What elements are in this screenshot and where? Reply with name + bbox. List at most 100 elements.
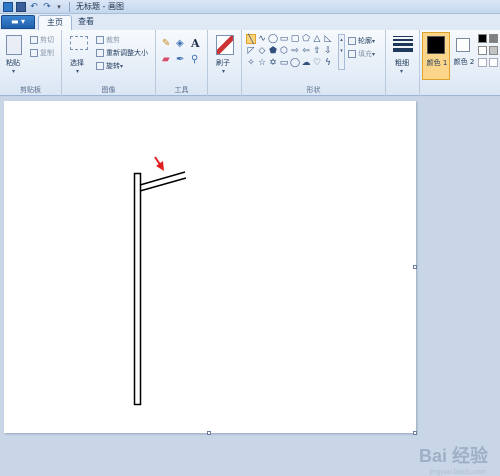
tab-view[interactable]: 查看 <box>70 15 102 30</box>
customize-toolbar-icon[interactable]: ▾ <box>55 2 63 12</box>
image-group: 选择 ▾ 裁剪 重新调整大小 旋转 ▾ 图像 <box>62 30 156 96</box>
arm-line-bottom <box>139 177 187 192</box>
paste-button[interactable]: 粘贴 <box>6 58 20 68</box>
text-tool-icon[interactable]: A <box>191 37 200 50</box>
rounded-rectangle-shape-icon[interactable]: ▢ <box>290 34 300 44</box>
color1-label: 颜色 1 <box>426 59 448 67</box>
shapes-group-label: 形状 <box>306 86 321 94</box>
four-point-star-shape-icon[interactable]: ✧ <box>246 58 256 68</box>
rectangle-shape-icon[interactable]: ▭ <box>279 34 289 44</box>
paste-dropdown-icon[interactable]: ▾ <box>12 68 15 75</box>
eraser-icon[interactable]: ▰ <box>162 54 170 65</box>
size-button[interactable]: 粗细 <box>395 58 409 68</box>
palette-swatch-empty-1[interactable] <box>478 58 487 67</box>
line-shape-icon[interactable]: ╲ <box>246 34 256 45</box>
up-arrow-shape-icon[interactable]: ⇧ <box>312 46 322 56</box>
right-triangle-2-shape-icon[interactable]: ◸ <box>246 46 256 56</box>
diamond-shape-icon[interactable]: ◇ <box>257 46 267 56</box>
save-icon[interactable] <box>16 1 26 12</box>
right-arrow-shape-icon[interactable]: ⇨ <box>290 46 300 56</box>
pentagon-shape-icon[interactable]: ⬟ <box>268 46 278 56</box>
brushes-label: 刷子 <box>216 59 230 67</box>
magnifier-icon[interactable]: ⚲ <box>191 54 198 65</box>
color2-button[interactable]: 颜色 2 <box>452 32 476 80</box>
cloud-callout-shape-icon[interactable]: ☁ <box>301 58 311 68</box>
title-separator <box>69 1 70 12</box>
tools-group-label: 工具 <box>174 86 189 94</box>
shapes-gallery-scroll[interactable]: ▴ ▾ <box>338 34 345 70</box>
paste-label: 粘贴 <box>6 59 20 67</box>
polygon-shape-icon[interactable]: ⬠ <box>301 34 311 44</box>
rotate-label: 旋转 <box>106 62 120 70</box>
canvas-resize-handle-right[interactable] <box>413 265 417 269</box>
ribbon: 粘贴 ▾ 剪切 复制 剪贴板 选择 ▾ 裁剪 重新调整大小 旋转 ▾ 图像 ✎ … <box>0 30 500 96</box>
palette-swatch-white[interactable] <box>478 46 487 55</box>
resize-button[interactable]: 重新调整大小 <box>96 48 148 58</box>
palette-swatch-gray[interactable] <box>489 34 498 43</box>
six-point-star-shape-icon[interactable]: ✡ <box>268 58 278 68</box>
color-picker-icon[interactable]: ✒ <box>176 54 184 65</box>
drawing-svg <box>133 156 187 406</box>
five-point-star-shape-icon[interactable]: ☆ <box>257 58 267 68</box>
line-width-icon[interactable] <box>393 36 413 52</box>
crop-label: 裁剪 <box>106 36 120 44</box>
brushes-group: 刷子 ▾ <box>208 30 242 96</box>
rotate-dropdown-icon: ▾ <box>120 62 124 70</box>
tab-home[interactable]: 主页 <box>38 15 72 30</box>
paste-icon[interactable] <box>6 35 22 55</box>
shapes-gallery: ╲ ∿ ◯ ▭ ▢ ⬠ △ ◺ ◸ ◇ ⬟ ⬡ ⇨ ⇦ ⇧ ⇩ ✧ ☆ ✡ ▭ … <box>246 34 336 74</box>
oval-callout-shape-icon[interactable]: ◯ <box>290 58 300 68</box>
pencil-icon[interactable]: ✎ <box>162 38 170 49</box>
cut-button[interactable]: 剪切 <box>30 35 54 45</box>
copy-button[interactable]: 复制 <box>30 48 54 58</box>
down-arrow-shape-icon[interactable]: ⇩ <box>323 46 333 56</box>
colors-group: 颜色 1 颜色 2 <box>420 30 500 96</box>
brushes-button[interactable]: 刷子 <box>216 58 230 68</box>
brush-icon[interactable] <box>216 35 234 55</box>
lightning-shape-icon[interactable]: ϟ <box>323 58 333 68</box>
window-title: 无标题 - 画图 <box>76 2 124 11</box>
app-icon[interactable] <box>3 1 13 12</box>
oval-shape-icon[interactable]: ◯ <box>268 34 278 44</box>
clipboard-group-label: 剪贴板 <box>20 86 41 94</box>
fill-button[interactable]: 填充 ▾ <box>348 49 375 59</box>
workspace: Bai 经验 jingyan.baidu.com <box>0 97 500 476</box>
cut-label: 剪切 <box>40 36 54 44</box>
palette-swatch-empty-2[interactable] <box>489 58 498 67</box>
app-menu-button[interactable]: ▬ ▾ <box>1 15 35 29</box>
rounded-callout-shape-icon[interactable]: ▭ <box>279 58 289 68</box>
palette-swatch-black[interactable] <box>478 34 487 43</box>
color1-button[interactable]: 颜色 1 <box>422 32 450 80</box>
rotate-button[interactable]: 旋转 ▾ <box>96 61 123 71</box>
canvas-resize-handle-corner[interactable] <box>413 431 417 435</box>
crop-button[interactable]: 裁剪 <box>96 35 120 45</box>
drawing-canvas[interactable] <box>4 101 416 433</box>
annotation-arrow-head <box>156 161 164 171</box>
undo-icon[interactable]: ↶ <box>29 2 39 12</box>
outline-icon <box>348 37 356 45</box>
curve-shape-icon[interactable]: ∿ <box>257 34 267 44</box>
palette-swatch-light-gray[interactable] <box>489 46 498 55</box>
watermark-subtext: jingyan.baidu.com <box>429 469 486 476</box>
size-dropdown-icon[interactable]: ▾ <box>400 68 403 75</box>
rotate-icon <box>96 62 104 70</box>
triangle-shape-icon[interactable]: △ <box>312 34 322 44</box>
watermark-logo: Bai 经验 <box>418 446 488 466</box>
outline-button[interactable]: 轮廓 ▾ <box>348 36 375 46</box>
right-triangle-shape-icon[interactable]: ◺ <box>323 34 333 44</box>
redo-icon[interactable]: ↷ <box>42 2 52 12</box>
ribbon-tab-row: ▬ ▾ 主页 查看 <box>0 14 500 30</box>
hexagon-shape-icon[interactable]: ⬡ <box>279 46 289 56</box>
copy-icon <box>30 49 38 57</box>
fill-bucket-icon[interactable]: ◈ <box>176 38 184 49</box>
outline-label: 轮廓 <box>358 37 372 45</box>
image-group-label: 图像 <box>101 86 116 94</box>
select-dropdown-icon[interactable]: ▾ <box>76 68 79 75</box>
heart-shape-icon[interactable]: ♡ <box>312 58 322 68</box>
canvas-resize-handle-bottom[interactable] <box>207 431 211 435</box>
select-button[interactable]: 选择 <box>70 58 84 68</box>
brushes-dropdown-icon[interactable]: ▾ <box>222 68 225 75</box>
resize-icon <box>96 49 104 57</box>
select-icon[interactable] <box>70 36 88 50</box>
left-arrow-shape-icon[interactable]: ⇦ <box>301 46 311 56</box>
